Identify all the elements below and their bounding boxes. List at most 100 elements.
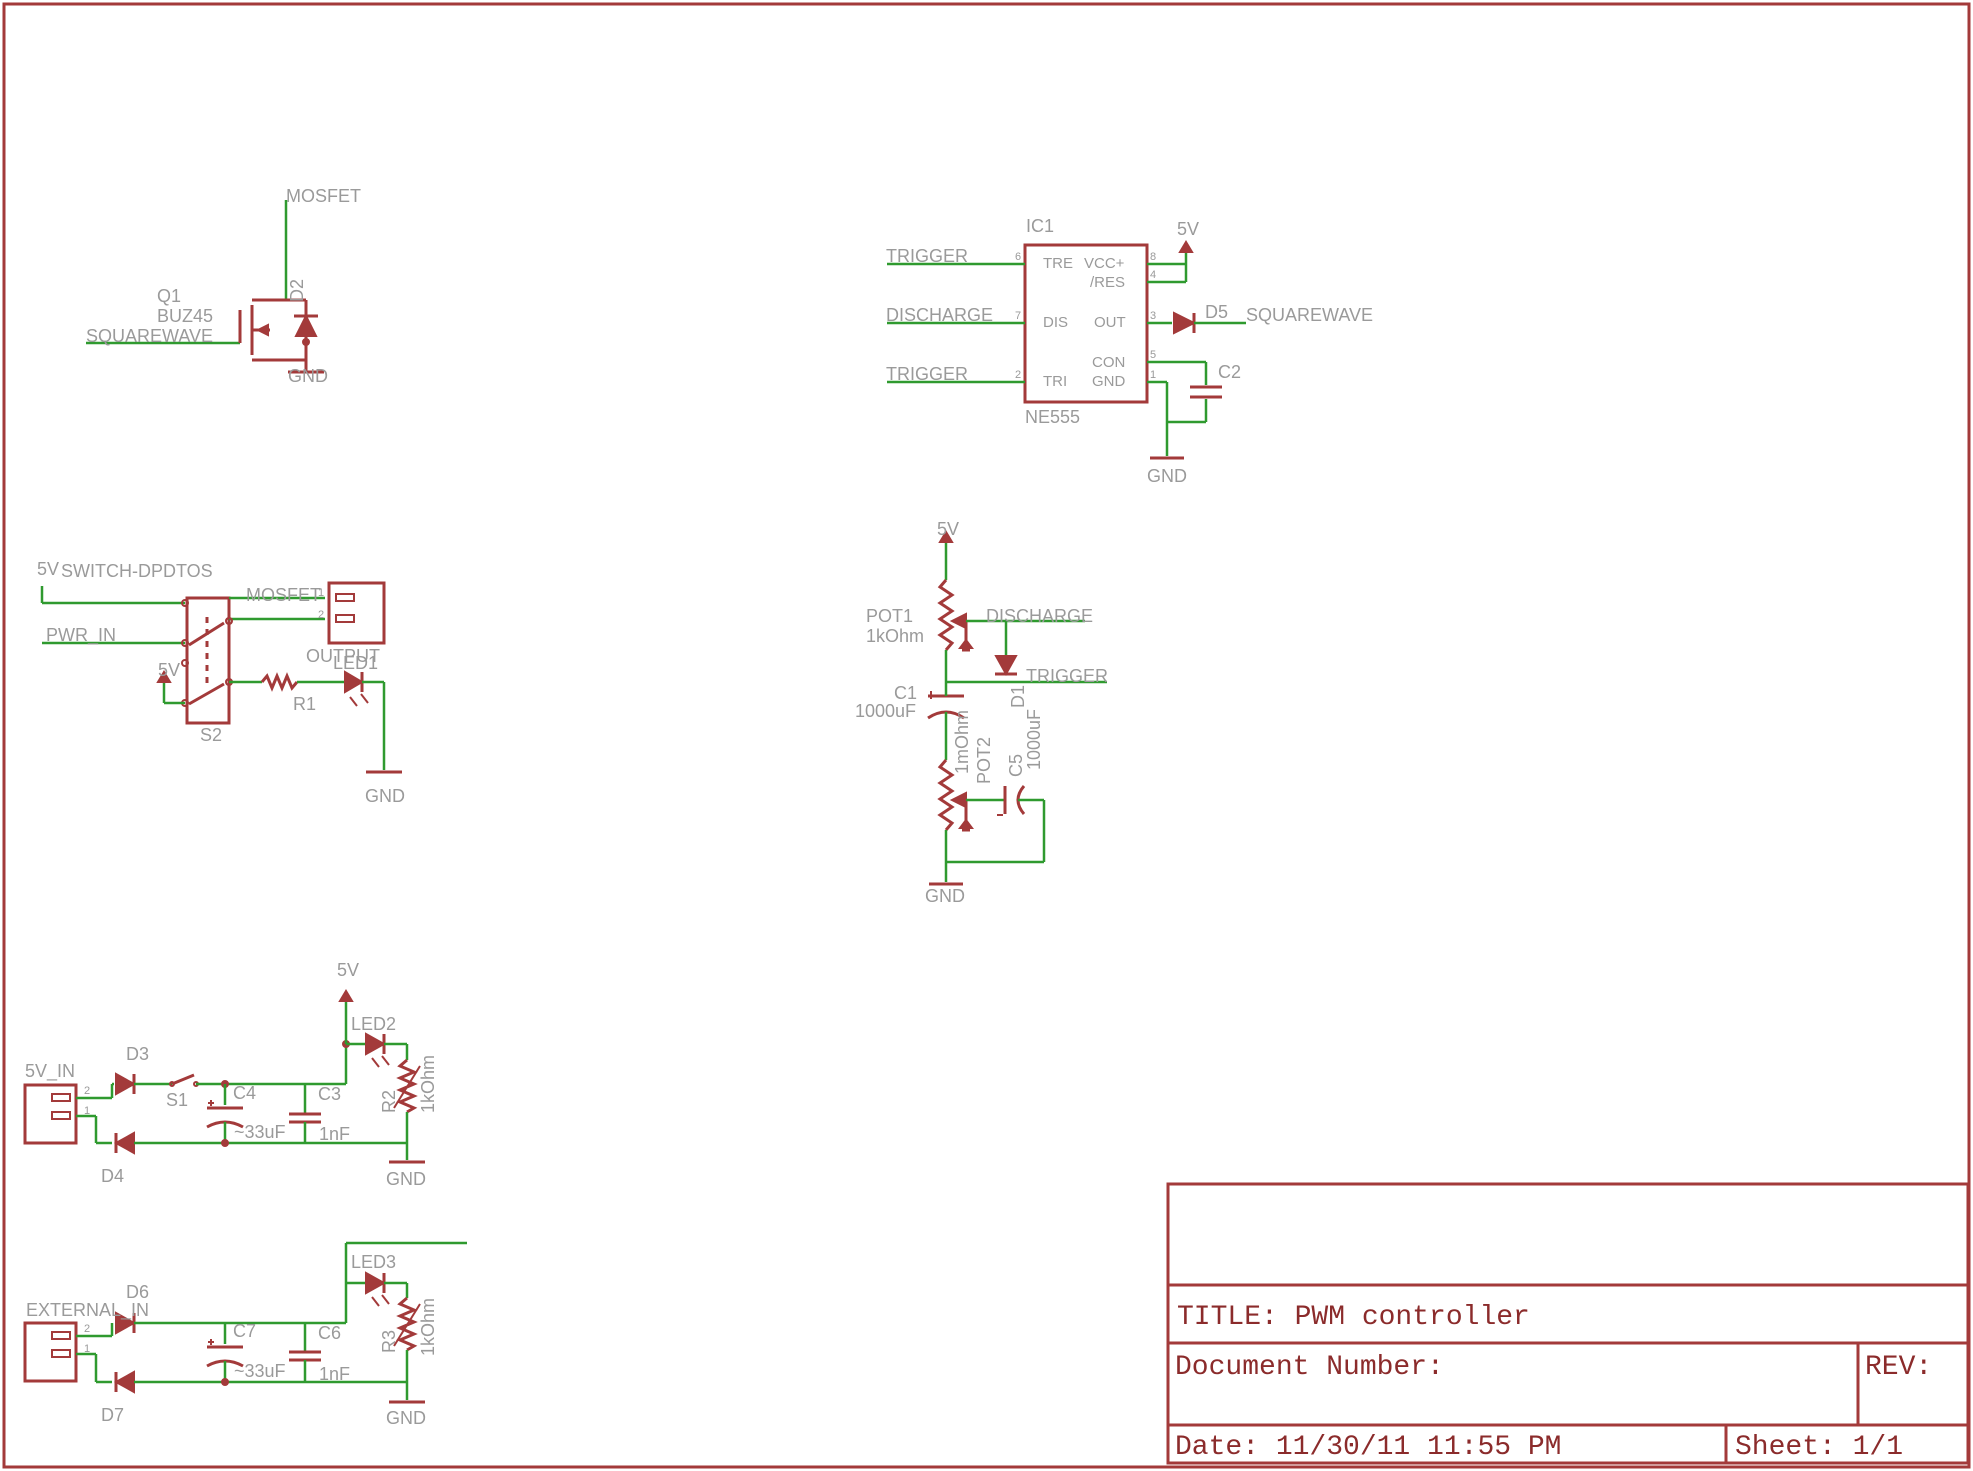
- ic1-squarewave-net-label: SQUAREWAVE: [1246, 305, 1373, 325]
- c1-value: 1000uF: [855, 701, 916, 721]
- s2-mosfet-net-label: MOSFET: [246, 585, 321, 605]
- ic1-pinnum-1: 1: [1150, 369, 1156, 381]
- ic1-5v-label: 5V: [1177, 219, 1199, 239]
- ic1-c2-ref: C2: [1218, 362, 1241, 382]
- ic1-pin-vcc: VCC+: [1084, 255, 1125, 272]
- ic1-trigger-net-label-top: TRIGGER: [886, 246, 968, 266]
- timing-gnd-label: GND: [925, 886, 965, 906]
- ic1-value: NE555: [1025, 407, 1080, 427]
- c4-ref: C4: [233, 1083, 256, 1103]
- ic1-trigger-net-label-bottom: TRIGGER: [886, 364, 968, 384]
- pot2-value: 1mOhm: [952, 710, 972, 774]
- c6-value: 1nF: [319, 1364, 350, 1384]
- ic1-pinnum-5: 5: [1150, 349, 1156, 361]
- ic1-gnd-label: GND: [1147, 466, 1187, 486]
- psu-5v-in-section: 5V 5V_IN D3 D4 S1 C4 ~33uF C3 1nF LED2 R…: [23, 960, 438, 1189]
- ic1-pinnum-2: 2: [1015, 369, 1021, 381]
- c3-value: 1nF: [319, 1124, 350, 1144]
- psu-external-in-section: EXTERNAL_IN D6 D7 C7 ~33uF C6 1nF LED3 R…: [23, 1241, 467, 1428]
- external-in-pin-2: 2: [84, 1323, 90, 1335]
- 5v-in-pin-2: 2: [84, 1085, 90, 1097]
- c3-ref: C3: [318, 1084, 341, 1104]
- pot1-value: 1kOhm: [866, 626, 924, 646]
- title-text: TITLE: PWM controller: [1177, 1302, 1530, 1333]
- ic1-pinnum-8: 8: [1150, 251, 1156, 263]
- r3-value: 1kOhm: [418, 1298, 438, 1356]
- led2-ref: LED2: [351, 1014, 396, 1034]
- ic1-discharge-net-label: DISCHARGE: [886, 305, 993, 325]
- 5v-in-connector-label: 5V_IN: [25, 1061, 75, 1082]
- ic1-pinnum-7: 7: [1015, 310, 1021, 322]
- 5v-in-pin-1: 1: [84, 1105, 90, 1117]
- q1-ref: Q1: [157, 286, 181, 306]
- output-connector: [327, 581, 386, 645]
- d6-ref: D6: [126, 1282, 149, 1302]
- ic1-pinnum-3: 3: [1150, 310, 1156, 322]
- led3-ref: LED3: [351, 1252, 396, 1272]
- ic1-d5-ref: D5: [1205, 302, 1228, 322]
- q1-mosfet-section: MOSFET Q1 BUZ45 SQUAREWAVE D2 GND: [86, 186, 361, 386]
- q1-d2-ref: D2: [287, 279, 307, 302]
- c1-ref: C1: [894, 683, 917, 703]
- timing-network-section: 5V POT1 1kOhm DISCHARGE TRIGGER D1 C1 10…: [855, 519, 1108, 906]
- c6-ref: C6: [318, 1323, 341, 1343]
- psu1-5v-label: 5V: [337, 960, 359, 980]
- q1-squarewave-net-label: SQUAREWAVE: [86, 326, 213, 346]
- document-number-label: Document Number:: [1175, 1352, 1444, 1383]
- r1-ref: R1: [293, 694, 316, 714]
- d1-ref: D1: [1008, 685, 1028, 708]
- s2-pwr-in-net-label: PWR_IN: [46, 625, 116, 646]
- ic1-pin-con: CON: [1092, 354, 1125, 371]
- ic1-ref: IC1: [1026, 216, 1054, 236]
- s2-gnd-label: GND: [365, 786, 405, 806]
- r2-ref: R2: [379, 1090, 399, 1113]
- schematic: TITLE: PWM controller Document Number: R…: [2, 2, 1971, 1469]
- sheet-text: Sheet: 1/1: [1735, 1432, 1903, 1463]
- c5-ref: C5: [1006, 754, 1026, 777]
- timing-5v-label: 5V: [937, 519, 959, 539]
- timing-trigger-net-label: TRIGGER: [1026, 666, 1108, 686]
- c7-value: ~33uF: [234, 1361, 286, 1381]
- ic1-pin-res: /RES: [1090, 274, 1125, 291]
- external-in-connector-label: EXTERNAL_IN: [26, 1300, 149, 1321]
- date-text: Date: 11/30/11 11:55 PM: [1175, 1432, 1561, 1463]
- output-pin-1: 1: [318, 587, 324, 599]
- pot1-ref: POT1: [866, 606, 913, 626]
- ic1-pin-dis: DIS: [1043, 314, 1068, 331]
- title-block: TITLE: PWM controller Document Number: R…: [1166, 1182, 1970, 1465]
- s2-value: SWITCH-DPDTOS: [61, 561, 213, 581]
- ic1-pin-gnd: GND: [1092, 373, 1126, 390]
- q1-gnd-label: GND: [288, 366, 328, 386]
- c7-ref: C7: [233, 1321, 256, 1341]
- d3-ref: D3: [126, 1044, 149, 1064]
- s2-ref: S2: [200, 725, 222, 745]
- psu1-gnd-label: GND: [386, 1169, 426, 1189]
- c5-value: 1000uF: [1024, 709, 1044, 770]
- ic1-pinnum-4: 4: [1150, 269, 1156, 281]
- s1-ref: S1: [166, 1090, 188, 1110]
- timing-discharge-net-label: DISCHARGE: [986, 606, 1093, 626]
- ic1-pin-tri: TRI: [1043, 373, 1067, 390]
- s2-body: [185, 596, 231, 725]
- s2-5v-top-label: 5V: [37, 559, 59, 579]
- q1-mosfet-net-label: MOSFET: [286, 186, 361, 206]
- revision-label: REV:: [1865, 1352, 1932, 1383]
- s2-5v-mid-label: 5V: [158, 660, 180, 680]
- ic1-pin-tre: TRE: [1043, 255, 1073, 272]
- pot2-ref: POT2: [974, 737, 994, 784]
- ic1-pinnum-6: 6: [1015, 251, 1021, 263]
- led1-ref: LED1: [333, 653, 378, 673]
- c4-value: ~33uF: [234, 1122, 286, 1142]
- r2-value: 1kOhm: [418, 1055, 438, 1113]
- s2-switch-section: 5V SWITCH-DPDTOS MOSFET PWR_IN 5V OUTPUT…: [37, 559, 405, 806]
- d4-ref: D4: [101, 1166, 124, 1186]
- sheet-frame: [2, 2, 1971, 1469]
- q1-value: BUZ45: [157, 306, 213, 326]
- ic1-timer-section: IC1 NE555 5V GND TRIGGER DISCHARGE TRIGG…: [886, 216, 1373, 486]
- r3-ref: R3: [379, 1330, 399, 1353]
- ic1-pin-out: OUT: [1094, 314, 1126, 331]
- output-pin-2: 2: [318, 609, 324, 621]
- d7-ref: D7: [101, 1405, 124, 1425]
- psu2-gnd-label: GND: [386, 1408, 426, 1428]
- external-in-pin-1: 1: [84, 1343, 90, 1355]
